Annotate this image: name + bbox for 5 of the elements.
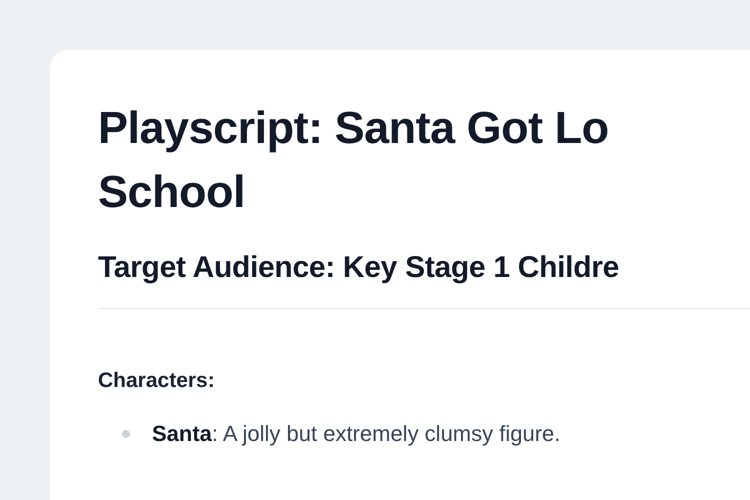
audience-heading: Target Audience: Key Stage 1 Childre: [98, 250, 620, 286]
bullet-icon: [122, 430, 130, 438]
character-description: Santa: A jolly but extremely clumsy figure.: [152, 420, 560, 448]
characters-heading: Characters:: [98, 368, 216, 394]
document-title: Playscript: Santa Got Lo School: [98, 101, 610, 219]
